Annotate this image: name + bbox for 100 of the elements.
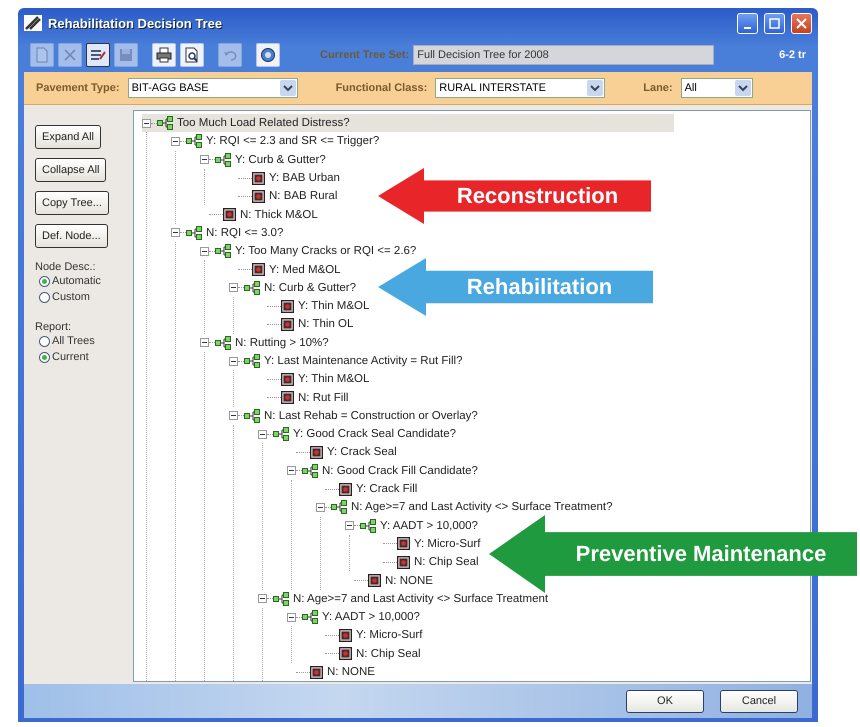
treatment-icon — [339, 647, 352, 660]
treatment-icon — [339, 482, 352, 496]
treatment-icon — [281, 318, 294, 331]
treatment-icon — [252, 190, 265, 203]
tree-node[interactable]: Y: Crack Seal — [327, 446, 397, 458]
hierarchy-icon — [302, 610, 318, 624]
side-button[interactable]: Collapse All — [35, 158, 106, 182]
toolbar-button[interactable] — [86, 43, 110, 67]
tree-set-label: Current Tree Set: — [320, 49, 410, 61]
caret-icon — [280, 80, 296, 96]
radio-label[interactable]: All Trees — [52, 335, 95, 347]
hierarchy-icon — [244, 408, 260, 423]
maximize-button[interactable] — [764, 12, 785, 34]
dialog-button[interactable]: OK — [626, 690, 704, 712]
collapse-icon[interactable] — [316, 502, 325, 512]
radio-label[interactable]: Automatic — [52, 275, 101, 287]
filter-label: Pavement Type: — [36, 82, 120, 94]
delete-icon — [62, 47, 78, 63]
tree-node[interactable]: N: RQI <= 3.0? — [206, 226, 284, 239]
window-title: Rehabilitation Decision Tree — [48, 16, 224, 30]
tree-node[interactable]: Y: Micro-Surf — [414, 538, 480, 550]
dropdown[interactable]: BIT-AGG BASE — [128, 78, 298, 98]
collapse-icon[interactable] — [287, 612, 296, 622]
collapse-icon[interactable] — [142, 118, 151, 128]
tree-node[interactable]: N: BAB Rural — [269, 190, 338, 202]
collapse-icon[interactable] — [200, 155, 209, 164]
hierarchy-icon — [360, 518, 376, 533]
caret-icon — [734, 80, 751, 96]
tree-node[interactable]: Y: RQI <= 2.3 and SR <= Trigger? — [206, 135, 380, 148]
tree-node[interactable]: N: Curb & Gutter? — [264, 282, 356, 294]
dropdown[interactable]: All — [680, 78, 753, 98]
collapse-icon[interactable] — [345, 521, 354, 530]
hierarchy-icon — [244, 280, 260, 295]
collapse-icon[interactable] — [200, 246, 209, 256]
filter-label: Lane: — [643, 82, 673, 94]
treatment-icon — [397, 556, 410, 569]
tree-node[interactable]: Y: Good Crack Seal Candidate? — [293, 428, 456, 440]
tree-node[interactable]: N: NONE — [385, 574, 433, 587]
collapse-icon[interactable] — [229, 411, 238, 420]
treatment-icon — [252, 172, 265, 185]
new-document-icon — [34, 47, 50, 63]
tree-node[interactable]: Y: Thin M&OL — [298, 300, 370, 312]
dropdown[interactable]: RURAL INTERSTATE — [435, 78, 606, 98]
treatment-icon — [339, 628, 352, 642]
collapse-icon[interactable] — [171, 136, 180, 146]
radio-button[interactable] — [39, 352, 50, 362]
tree-node[interactable]: Y: Med M&OL — [269, 264, 341, 276]
treatment-icon — [223, 208, 236, 222]
tree-set-field: Full Decision Tree for 2008 — [413, 45, 714, 65]
collapse-icon[interactable] — [229, 283, 238, 292]
tree-node[interactable]: N: Age>=7 and Last Activity <> Surface Treatment — [293, 592, 548, 605]
tree-node[interactable]: N: Thin OL — [298, 318, 354, 330]
tree-node[interactable]: Y: Last Maintenance Activity = Rut Fill? — [264, 355, 462, 367]
side-button[interactable]: Copy Tree... — [35, 191, 109, 215]
side-button[interactable]: Expand All — [35, 125, 101, 149]
tree-node[interactable]: N: Rutting > 10%? — [235, 336, 329, 349]
tree-node[interactable]: Y: Too Many Cracks or RQI <= 2.6? — [235, 245, 416, 258]
tree-node[interactable]: N: Thick M&OL — [240, 208, 318, 221]
tree-node[interactable]: N: Chip Seal — [414, 556, 479, 568]
hierarchy-icon — [273, 592, 289, 606]
close-button[interactable] — [791, 12, 812, 34]
collapse-icon[interactable] — [171, 228, 180, 238]
radio-label[interactable]: Custom — [52, 291, 90, 303]
radio-label[interactable]: Current — [52, 351, 89, 363]
collapse-icon[interactable] — [229, 356, 238, 366]
radio-button[interactable] — [39, 336, 50, 346]
tree-node[interactable]: N: Age>=7 and Last Activity <> Surface Treatment? — [351, 501, 612, 514]
collapse-icon[interactable] — [200, 338, 209, 348]
hierarchy-icon — [186, 134, 202, 148]
collapse-icon[interactable] — [287, 466, 296, 476]
group-label: Node Desc.: — [35, 261, 96, 273]
tree-node[interactable]: N: Good Crack Fill Candidate? — [322, 464, 478, 477]
print-preview-icon — [184, 47, 200, 63]
collapse-icon[interactable] — [258, 430, 267, 439]
tree-node[interactable]: N: Chip Seal — [356, 648, 421, 660]
hierarchy-icon — [186, 226, 202, 240]
hierarchy-icon — [215, 336, 231, 350]
tree-node[interactable]: Y: Micro-Surf — [356, 629, 422, 642]
treatment-icon — [281, 372, 294, 386]
radio-button[interactable] — [39, 292, 50, 302]
tree-node[interactable]: Y: BAB Urban — [269, 172, 340, 184]
tree-node[interactable]: Y: AADT > 10,000? — [322, 611, 420, 624]
side-button[interactable]: Def. Node... — [35, 224, 108, 248]
tree-node[interactable]: N: Last Rehab = Construction or Overlay? — [264, 410, 478, 422]
hierarchy-icon — [302, 464, 318, 478]
treatment-icon — [252, 263, 265, 276]
tree-node[interactable]: Y: Curb & Gutter? — [235, 154, 326, 166]
tree-node[interactable]: N: NONE — [327, 666, 375, 678]
tree-node[interactable]: Y: Crack Fill — [356, 483, 418, 496]
tree-node[interactable]: Y: Thin M&OL — [298, 373, 370, 386]
tree-node[interactable]: Too Much Load Related Distress? — [177, 117, 350, 130]
radio-button[interactable] — [39, 276, 50, 286]
tree-node[interactable]: N: Rut Fill — [298, 392, 348, 404]
filter-label: Functional Class: — [336, 82, 428, 94]
treatment-icon — [368, 574, 381, 588]
hierarchy-icon — [331, 500, 347, 514]
minimize-button[interactable] — [737, 12, 758, 34]
dialog-button[interactable]: Cancel — [720, 690, 798, 712]
collapse-icon[interactable] — [258, 594, 267, 604]
tree-node[interactable]: Y: AADT > 10,000? — [380, 520, 478, 532]
